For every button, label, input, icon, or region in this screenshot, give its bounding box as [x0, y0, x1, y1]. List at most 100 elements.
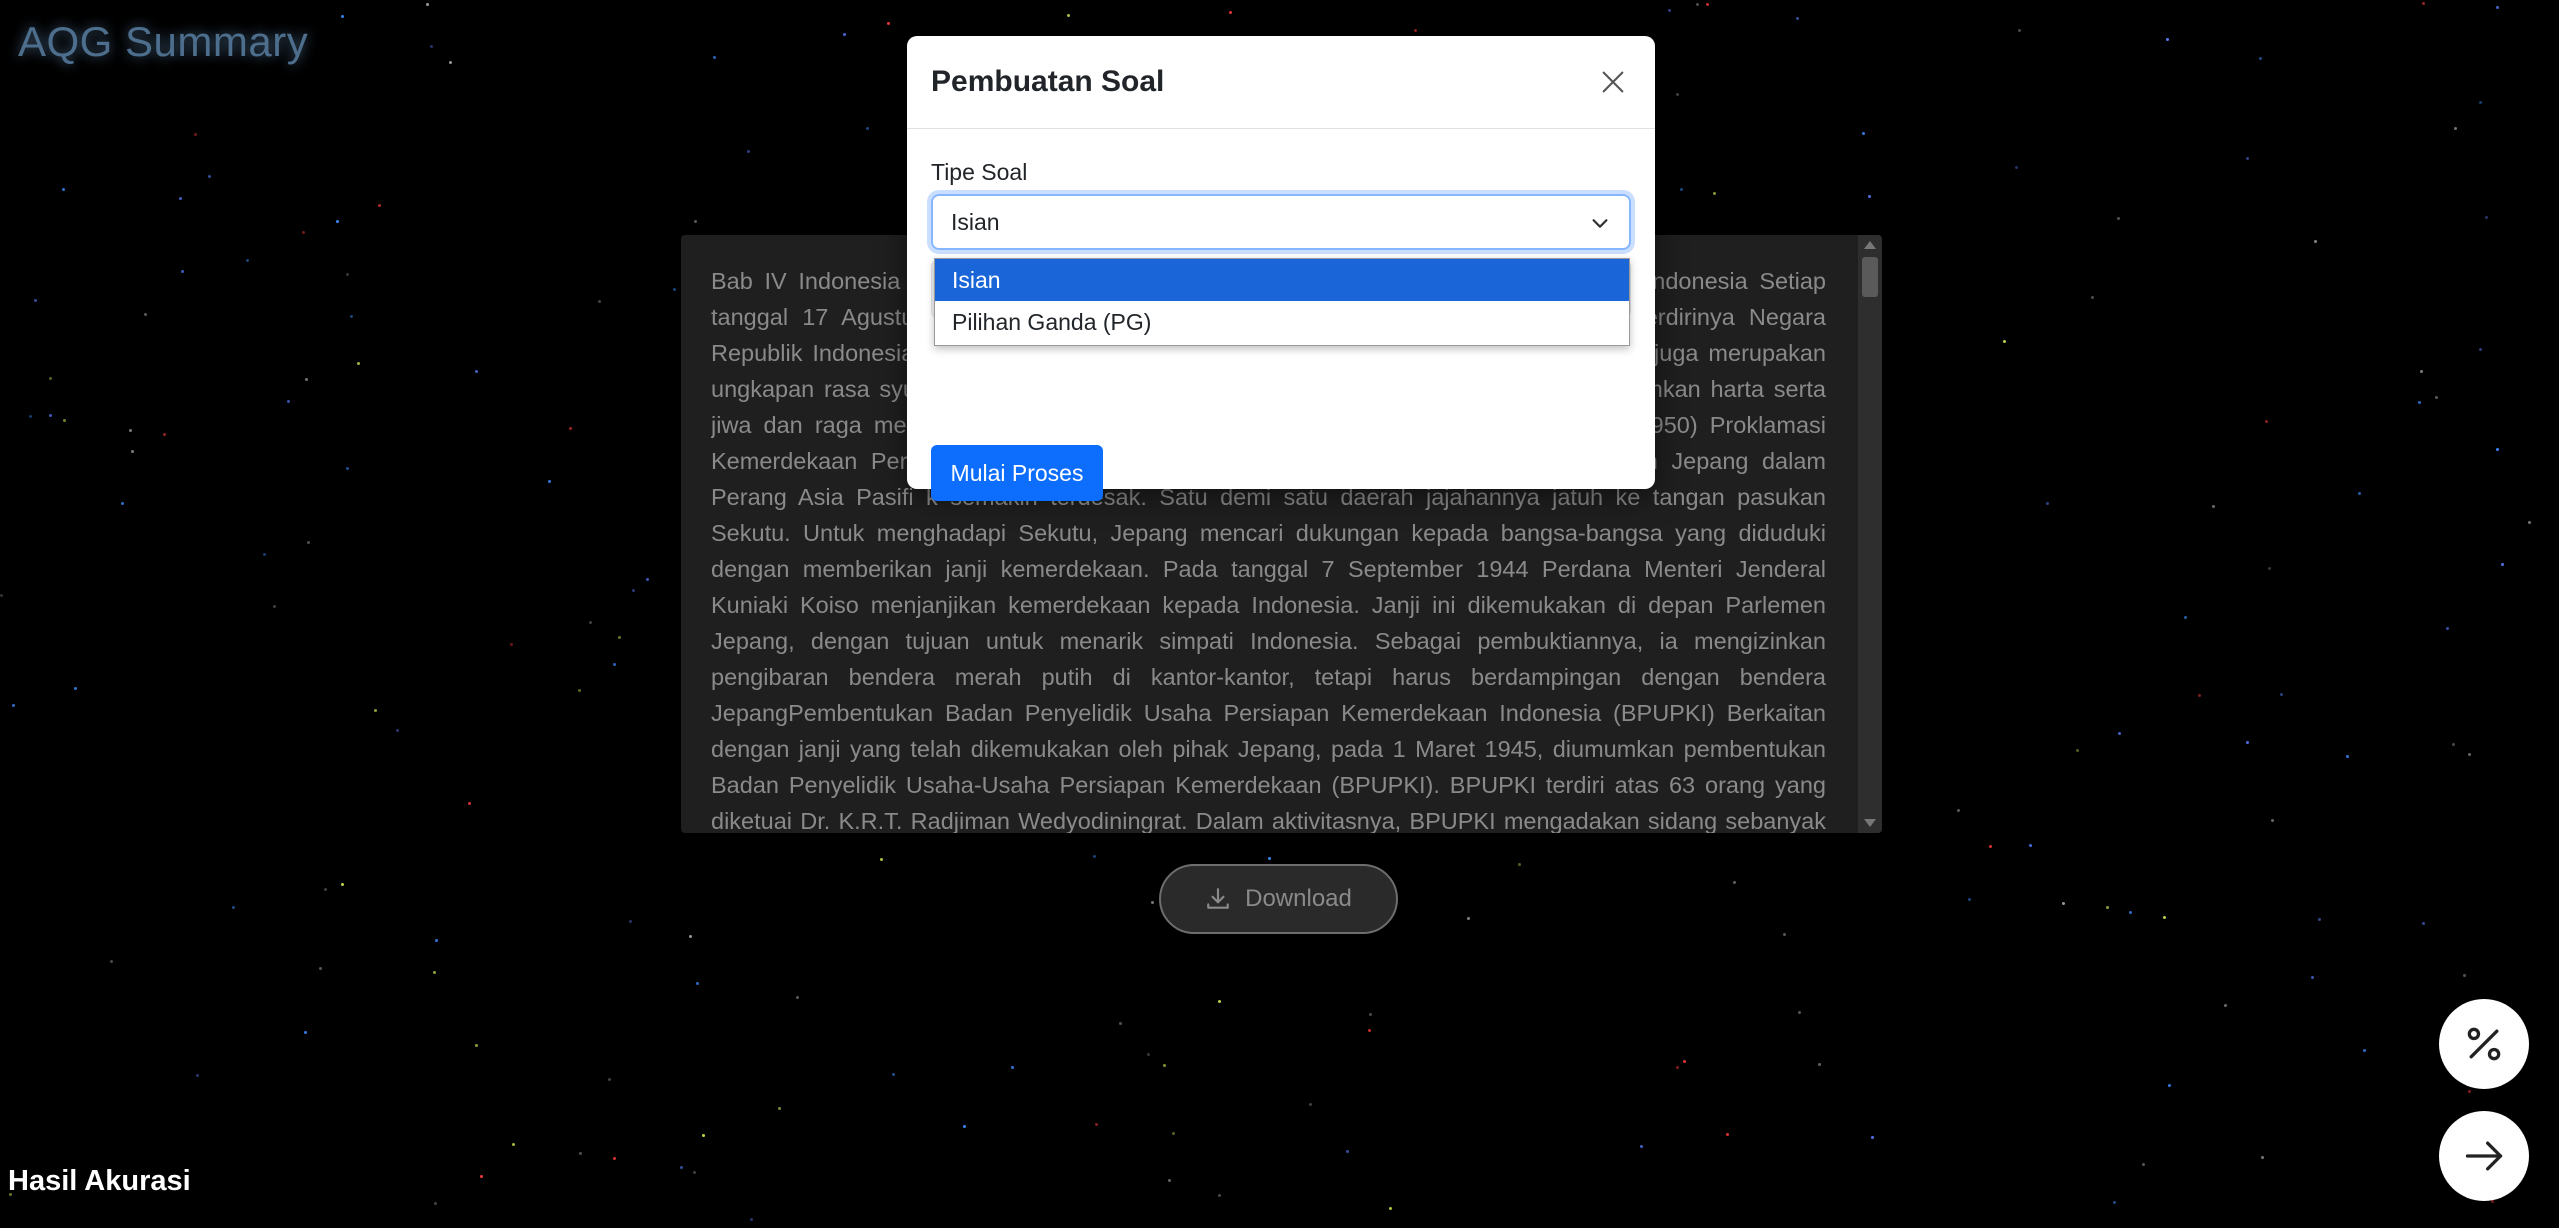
star [713, 56, 716, 59]
star [608, 1078, 611, 1081]
star [512, 1143, 515, 1146]
star [2528, 521, 2531, 524]
accuracy-label: Hasil Akurasi [8, 1165, 191, 1197]
star [2046, 502, 2049, 505]
star [435, 939, 438, 942]
star [131, 450, 134, 453]
star [2318, 918, 2321, 921]
star [689, 935, 692, 938]
star [181, 270, 184, 273]
star [892, 1073, 895, 1076]
star [426, 3, 429, 6]
star [163, 433, 166, 436]
arrow-right-icon [2465, 1141, 2503, 1171]
close-button[interactable] [1593, 62, 1633, 102]
question-type-dropdown: Isian Pilihan Ganda (PG) [934, 258, 1630, 346]
star [1067, 14, 1070, 17]
star [598, 300, 601, 303]
star [1862, 132, 1865, 135]
scroll-up-arrow[interactable] [1864, 241, 1876, 249]
star [2311, 976, 2314, 979]
star [2501, 563, 2504, 566]
star [1871, 1136, 1874, 1139]
star [430, 45, 433, 48]
star [1309, 1103, 1312, 1106]
star [1668, 9, 1671, 12]
star [1147, 1053, 1150, 1056]
start-process-button[interactable]: Mulai Proses [931, 445, 1103, 501]
download-icon [1207, 888, 1229, 909]
star [578, 689, 581, 692]
star [2491, 1200, 2494, 1203]
star [1957, 809, 1960, 812]
star [179, 197, 182, 200]
star [1268, 857, 1271, 860]
star [49, 377, 52, 380]
download-label: Download [1245, 885, 1352, 912]
scroll-thumb[interactable] [1862, 257, 1878, 297]
download-button[interactable]: Download [1159, 864, 1398, 934]
star [194, 133, 197, 136]
star [747, 150, 750, 153]
option-isian[interactable]: Isian [935, 259, 1629, 301]
star [2184, 616, 2187, 619]
star [287, 400, 290, 403]
scroll-down-arrow[interactable] [1864, 819, 1876, 827]
star [336, 220, 339, 223]
star [433, 971, 436, 974]
star [1389, 1207, 1392, 1210]
star [613, 1157, 616, 1160]
star [2479, 101, 2482, 104]
star [548, 480, 551, 483]
star [866, 127, 869, 130]
star [1229, 11, 1232, 14]
star [2168, 1084, 2171, 1087]
star [1868, 195, 1871, 198]
star [589, 621, 592, 624]
star [34, 299, 37, 302]
question-type-label: Tipe Soal [931, 159, 1028, 185]
star [1640, 1145, 1643, 1148]
star [2314, 240, 2317, 243]
star [1696, 3, 1699, 6]
summary-scrollbar[interactable] [1858, 235, 1882, 833]
star [1676, 1066, 1679, 1069]
close-icon [1602, 71, 1624, 93]
star [702, 1134, 705, 1137]
star [350, 315, 353, 318]
star [1467, 917, 1470, 920]
star [1968, 898, 1971, 901]
star [307, 541, 310, 544]
star [434, 1202, 437, 1205]
star [2496, 6, 2499, 9]
star [2479, 348, 2482, 351]
star [1163, 1064, 1166, 1067]
star [629, 920, 632, 923]
star [1218, 1194, 1221, 1197]
star [2163, 916, 2166, 919]
question-type-select[interactable]: Isian [931, 194, 1631, 250]
star [778, 1107, 781, 1110]
next-button[interactable] [2439, 1111, 2529, 1201]
star [1683, 1060, 1686, 1063]
star [2106, 906, 2109, 909]
star [1713, 192, 1716, 195]
star [2259, 57, 2262, 60]
star [475, 1044, 478, 1047]
star [963, 1125, 966, 1128]
star [579, 1152, 582, 1155]
star [1414, 29, 1417, 32]
option-pilihan-ganda[interactable]: Pilihan Ganda (PG) [935, 301, 1629, 343]
star [0, 594, 3, 597]
star [2435, 396, 2438, 399]
star [129, 429, 132, 432]
star [1989, 845, 1992, 848]
star [2018, 29, 2021, 32]
percent-button[interactable] [2439, 999, 2529, 1089]
star [2261, 1156, 2264, 1159]
star [1818, 1063, 1821, 1066]
star [341, 15, 344, 18]
star [1346, 1150, 1349, 1153]
star [74, 687, 77, 690]
star [2422, 2, 2425, 5]
